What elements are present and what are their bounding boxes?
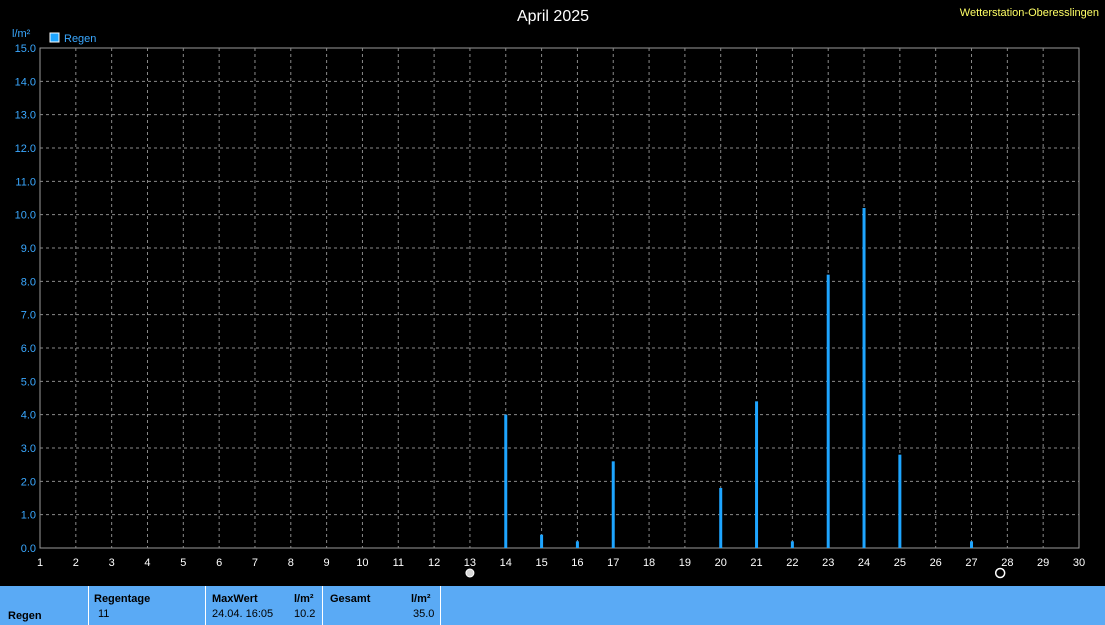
footer-gesamt-cell: Gesamt l/m² 35.0 xyxy=(323,586,441,625)
x-tick-label: 8 xyxy=(288,557,294,569)
x-tick-label: 9 xyxy=(324,557,330,569)
y-tick-label: 4.0 xyxy=(21,410,36,422)
y-tick-label: 6.0 xyxy=(21,343,36,355)
maxwert-header: MaxWert xyxy=(212,593,258,605)
x-tick-label: 1 xyxy=(37,557,43,569)
rain-bar xyxy=(970,541,974,548)
x-tick-label: 5 xyxy=(180,557,186,569)
y-tick-label: 12.0 xyxy=(15,143,36,155)
legend-swatch-regen xyxy=(49,32,60,43)
y-tick-label: 10.0 xyxy=(15,210,36,222)
rain-bar xyxy=(826,274,830,548)
x-tick-label: 10 xyxy=(356,557,368,569)
chart-title: April 2025 xyxy=(517,8,589,25)
x-tick-label: 11 xyxy=(393,557,404,569)
footer-maxwert-cell: MaxWert l/m² 24.04. 16:05 10.2 xyxy=(206,586,323,625)
x-tick-label: 24 xyxy=(858,557,870,569)
x-tick-label: 4 xyxy=(144,557,150,569)
x-tick-label: 25 xyxy=(894,557,906,569)
x-tick-labels: 1 2 3 4 5 6 7 8 9 10 11 12 13 14 15 16 17 18 19 20 21 22 23 24 2… xyxy=(37,557,1085,569)
x-tick-label: 20 xyxy=(715,557,727,569)
x-tick-label: 14 xyxy=(500,557,512,569)
x-tick-label: 23 xyxy=(822,557,834,569)
rain-bar xyxy=(898,454,902,548)
y-tick-label: 3.0 xyxy=(21,443,36,455)
x-tick-label: 12 xyxy=(428,557,440,569)
station-name: Wetterstation-Oberesslingen xyxy=(960,7,1099,19)
rain-bar xyxy=(719,488,723,548)
rain-bar xyxy=(862,208,866,548)
x-tick-label: 27 xyxy=(965,557,977,569)
y-tick-label: 8.0 xyxy=(21,276,36,288)
x-tick-label: 15 xyxy=(535,557,547,569)
rain-bar xyxy=(504,414,508,548)
regentage-header: Regentage xyxy=(94,593,151,605)
y-tick-label: 0.0 xyxy=(21,543,36,555)
y-tick-label: 5.0 xyxy=(21,376,36,388)
x-tick-label: 3 xyxy=(109,557,115,569)
gesamt-unit: l/m² xyxy=(411,593,431,605)
y-tick-label: 15.0 xyxy=(15,43,36,55)
rain-bar xyxy=(540,534,544,548)
gesamt-value: 35.0 xyxy=(413,608,435,620)
summary-footer: Regen Regentage 11 MaxWert l/m² 24.04. 1… xyxy=(0,586,1105,625)
x-tick-label: 16 xyxy=(571,557,583,569)
rain-bar xyxy=(575,541,579,548)
x-tick-label: 29 xyxy=(1037,557,1049,569)
y-tick-label: 11.0 xyxy=(15,176,36,188)
gesamt-header: Gesamt xyxy=(330,593,371,605)
y-tick-label: 2.0 xyxy=(21,476,36,488)
maxwert-value: 10.2 xyxy=(294,608,316,620)
x-tick-label: 17 xyxy=(607,557,619,569)
rain-bar xyxy=(755,401,759,548)
x-tick-label: 26 xyxy=(930,557,942,569)
x-tick-label: 2 xyxy=(73,557,79,569)
x-tick-label: 6 xyxy=(216,557,222,569)
y-tick-label: 14.0 xyxy=(15,76,36,88)
x-tick-label: 28 xyxy=(1001,557,1013,569)
maxwert-time: 24.04. 16:05 xyxy=(212,608,274,620)
x-tick-label: 22 xyxy=(786,557,798,569)
rain-chart: April 2025 Wetterstation-Oberesslingen l… xyxy=(12,7,1099,579)
y-axis-label: l/m² xyxy=(12,28,31,40)
y-tick-label: 7.0 xyxy=(21,310,36,322)
footer-row-label-cell: Regen xyxy=(0,586,89,625)
new-moon-icon xyxy=(994,567,1006,579)
x-tick-label: 19 xyxy=(679,557,691,569)
footer-regentage-cell: Regentage 11 xyxy=(88,586,206,625)
y-tick-labels: 0.0 1.0 2.0 3.0 4.0 5.0 6.0 7.0 8.0 9.0 10.0 11.0 12… xyxy=(15,43,36,555)
footer-row-label: Regen xyxy=(8,610,42,622)
maxwert-unit: l/m² xyxy=(294,593,314,605)
rain-bar xyxy=(611,461,615,548)
x-tick-label: 13 xyxy=(464,557,476,569)
full-moon-icon xyxy=(465,568,475,578)
plot-area xyxy=(39,47,1080,549)
y-tick-label: 9.0 xyxy=(21,243,36,255)
x-tick-label: 30 xyxy=(1073,557,1085,569)
rain-bar xyxy=(790,541,794,548)
y-tick-label: 13.0 xyxy=(15,110,36,122)
moon-phase-markers xyxy=(465,567,1006,579)
x-tick-label: 21 xyxy=(750,557,762,569)
x-tick-label: 7 xyxy=(252,557,258,569)
x-tick-label: 18 xyxy=(643,557,655,569)
regentage-value: 11 xyxy=(98,608,110,620)
y-tick-label: 1.0 xyxy=(21,510,36,522)
legend-label-regen: Regen xyxy=(64,33,96,45)
